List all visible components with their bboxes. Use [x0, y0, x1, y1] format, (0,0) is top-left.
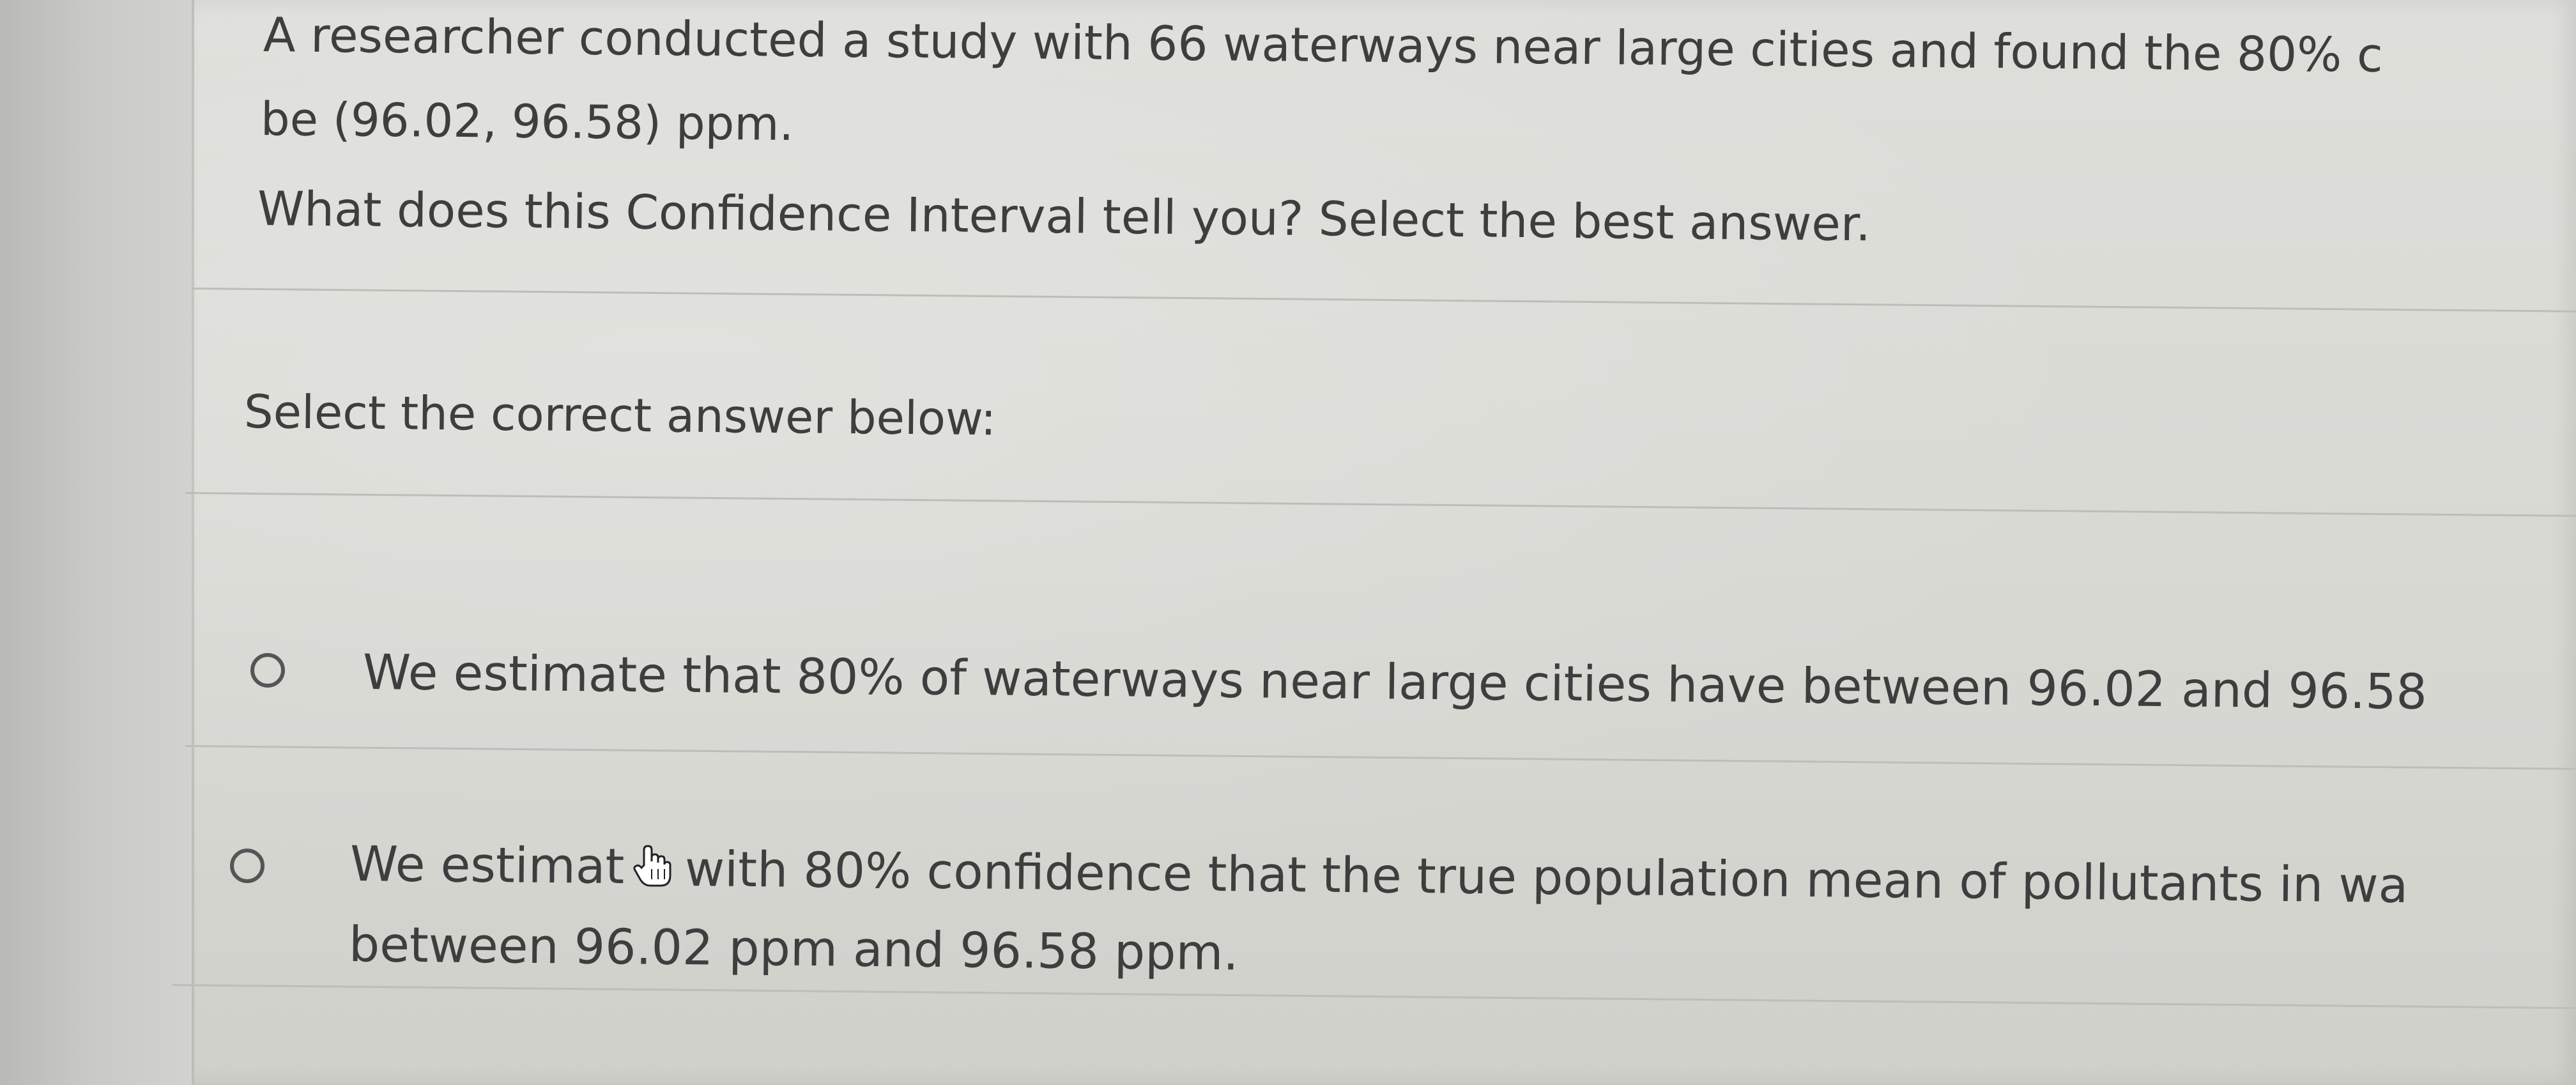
photographed-screen: A researcher conducted a study with 66 w… [0, 0, 2576, 1085]
radio-button-icon[interactable] [250, 653, 285, 688]
hand-pointer-icon [632, 843, 672, 888]
question-text-line-2: be (96.02, 96.58) ppm. [260, 92, 794, 151]
answer-option-2-text-part-1: We estimat [349, 835, 625, 895]
instructions-label: Select the correct answer below: [243, 385, 997, 446]
answer-option-2-text-part-2: with 80% confidence that the true popula… [684, 840, 2409, 914]
answer-option-1-text: We estimate that 80% of waterways near l… [362, 643, 2428, 721]
question-text-line-3: What does this Confidence Interval tell … [257, 181, 1871, 252]
answer-option-1[interactable]: We estimate that 80% of waterways near l… [0, 613, 2576, 728]
answer-option-2-text-line-2: between 96.02 ppm and 96.58 ppm. [348, 916, 1239, 981]
radio-button-icon[interactable] [230, 849, 264, 883]
